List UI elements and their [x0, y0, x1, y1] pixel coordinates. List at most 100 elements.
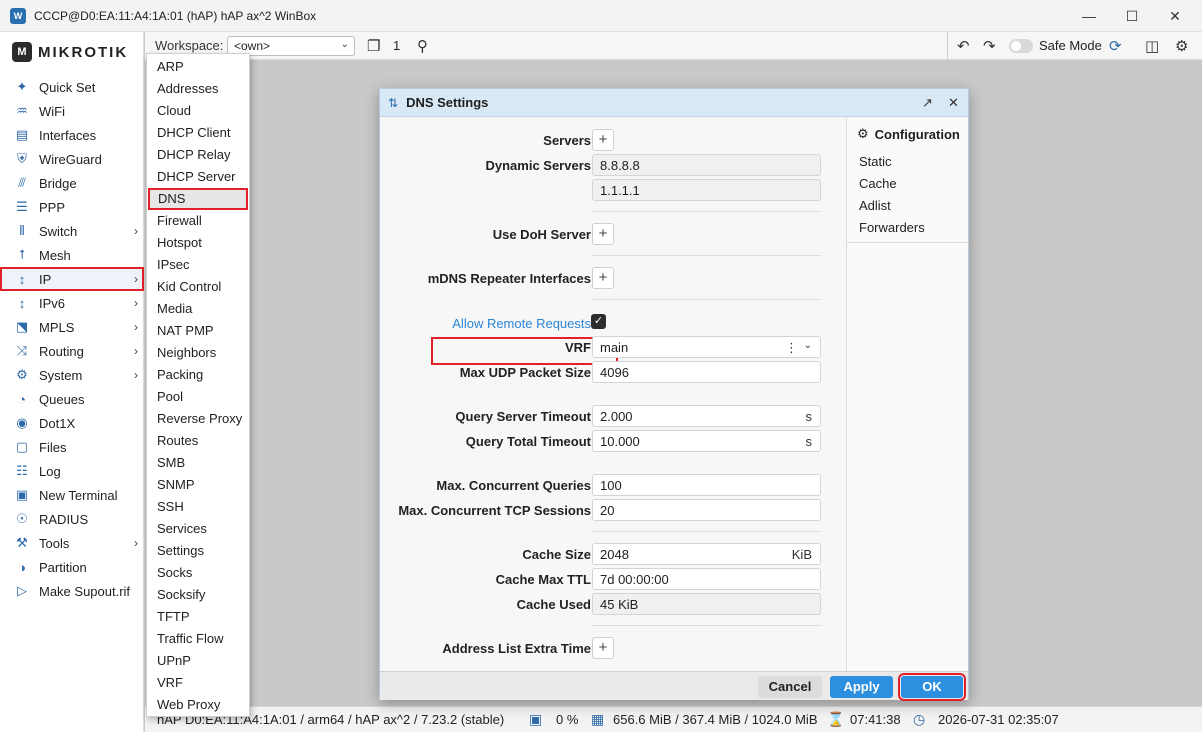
ip-menu-item-vrf[interactable]: VRF	[147, 672, 249, 694]
sidebar-item-files[interactable]: ▢ Files	[0, 435, 144, 459]
ip-menu-item-dhcp-client[interactable]: DHCP Client	[147, 122, 249, 144]
ip-menu-item-dns[interactable]: DNS	[148, 188, 248, 210]
apply-button[interactable]: Apply	[830, 676, 893, 698]
ip-menu-item-dhcp-server[interactable]: DHCP Server	[147, 166, 249, 188]
ip-menu-item-kid-control[interactable]: Kid Control	[147, 276, 249, 298]
ip-menu-item-arp[interactable]: ARP	[147, 56, 249, 78]
dialog-header[interactable]: ⇅ DNS Settings ↗ ✕	[380, 89, 968, 117]
sidebar-item-switch[interactable]: ⫴ Switch ›	[0, 219, 144, 243]
ip-menu-item-smb[interactable]: SMB	[147, 452, 249, 474]
ip-menu-item-nat-pmp[interactable]: NAT PMP	[147, 320, 249, 342]
sidebar-item-routing[interactable]: ⤨ Routing ›	[0, 339, 144, 363]
ip-menu-item-neighbors[interactable]: Neighbors	[147, 342, 249, 364]
allow-remote-requests-checkbox[interactable]: ✓	[591, 314, 606, 329]
ip-menu-item-pool[interactable]: Pool	[147, 386, 249, 408]
query-server-timeout-field[interactable]: 2.000 s	[592, 405, 821, 427]
sidebar-item-dot1x[interactable]: ◉ Dot1X	[0, 411, 144, 435]
sidebar-item-interfaces[interactable]: ▤ Interfaces	[0, 123, 144, 147]
sidebar-item-mpls[interactable]: ⬔ MPLS ›	[0, 315, 144, 339]
minimize-icon[interactable]: —	[1066, 0, 1112, 32]
ok-button[interactable]: OK	[898, 673, 966, 701]
safe-mode-sync-icon[interactable]: ⟳	[1109, 37, 1122, 55]
sidebar-item-ppp[interactable]: ☰ PPP	[0, 195, 144, 219]
ip-menu-item-socks[interactable]: Socks	[147, 562, 249, 584]
vrf-select[interactable]: main ⋮ ⌄	[592, 336, 821, 358]
sidebar-item-make-supout-rif[interactable]: ▷ Make Supout.rif	[0, 579, 144, 603]
ip-menu-item-dhcp-relay[interactable]: DHCP Relay	[147, 144, 249, 166]
sidebar-item-log[interactable]: ☷ Log	[0, 459, 144, 483]
sidebar-item-ip[interactable]: ↕ IP ›	[0, 267, 144, 291]
sidebar-item-system[interactable]: ⚙ System ›	[0, 363, 144, 387]
undo-icon[interactable]: ↶	[957, 37, 970, 55]
sidebar-item-wireguard[interactable]: ⛨ WireGuard	[0, 147, 144, 171]
ip-menu-item-settings[interactable]: Settings	[147, 540, 249, 562]
allow-remote-requests-label: Allow Remote Requests	[452, 316, 591, 331]
sidebar-item-tools[interactable]: ⚒ Tools ›	[0, 531, 144, 555]
ip-menu-item-reverse-proxy[interactable]: Reverse Proxy	[147, 408, 249, 430]
mpls-icon: ⬔	[15, 319, 29, 334]
dialog-form: Servers + Dynamic Servers 8.8.8.8 1.1.1.…	[380, 118, 846, 671]
sidebar-item-label: Partition	[39, 559, 87, 575]
max-concurrent-queries-field[interactable]: 100	[592, 474, 821, 496]
ip-menu-item-cloud[interactable]: Cloud	[147, 100, 249, 122]
ip-menu-item-hotspot[interactable]: Hotspot	[147, 232, 249, 254]
sidebar-item-queues[interactable]: ◔ Queues	[0, 387, 144, 411]
cache-size-field[interactable]: 2048 KiB	[592, 543, 821, 565]
ip-menu-item-firewall[interactable]: Firewall	[147, 210, 249, 232]
max-udp-field[interactable]: 4096	[592, 361, 821, 383]
sidebar-item-bridge[interactable]: ⫻ Bridge	[0, 171, 144, 195]
ip-menu-item-ipsec[interactable]: IPsec	[147, 254, 249, 276]
sidebar-item-mesh[interactable]: ⭡ Mesh	[0, 243, 144, 267]
add-server-button[interactable]: +	[592, 129, 614, 151]
add-mdns-interface-button[interactable]: +	[592, 267, 614, 289]
ip-menu-item-tftp[interactable]: TFTP	[147, 606, 249, 628]
sidebar-item-new-terminal[interactable]: ▣ New Terminal	[0, 483, 144, 507]
dns-settings-dialog: ⇅ DNS Settings ↗ ✕ Servers + Dynamic Ser…	[379, 88, 969, 701]
query-total-timeout-field[interactable]: 10.000 s	[592, 430, 821, 452]
chevron-right-icon: ›	[134, 536, 138, 550]
redo-icon[interactable]: ↷	[983, 37, 996, 55]
config-link-adlist[interactable]: Adlist	[859, 198, 891, 213]
sidebar-item-label: New Terminal	[39, 487, 118, 503]
maximize-icon[interactable]: ☐	[1109, 0, 1155, 32]
sidebar-item-quick-set[interactable]: ✦ Quick Set	[0, 75, 144, 99]
chevron-down-icon[interactable]: ⌄	[804, 340, 812, 351]
ip-menu-item-packing[interactable]: Packing	[147, 364, 249, 386]
more-icon[interactable]: ⋮	[785, 340, 798, 356]
cache-max-ttl-field[interactable]: 7d 00:00:00	[592, 568, 821, 590]
mikrotik-logo: M MIKROTIK	[12, 42, 128, 62]
sidebar-item-ipv6[interactable]: ↕ IPv6 ›	[0, 291, 144, 315]
gear-icon[interactable]: ⚙	[1175, 37, 1188, 55]
tools-icon: ⚒	[16, 535, 28, 550]
ip-menu-item-traffic-flow[interactable]: Traffic Flow	[147, 628, 249, 650]
ip-menu-item-services[interactable]: Services	[147, 518, 249, 540]
add-doh-server-button[interactable]: +	[592, 223, 614, 245]
ip-menu-item-routes[interactable]: Routes	[147, 430, 249, 452]
ip-menu-item-snmp[interactable]: SNMP	[147, 474, 249, 496]
max-concurrent-tcp-field[interactable]: 20	[592, 499, 821, 521]
ip-menu-item-web-proxy[interactable]: Web Proxy	[147, 694, 249, 716]
detach-icon[interactable]: ↗	[922, 95, 933, 111]
ip-menu-item-socksify[interactable]: Socksify	[147, 584, 249, 606]
ip-menu-item-ssh[interactable]: SSH	[147, 496, 249, 518]
sidebar-item-partition[interactable]: ◑ Partition	[0, 555, 144, 579]
ip-menu-item-media[interactable]: Media	[147, 298, 249, 320]
search-icon[interactable]: ⚲	[417, 37, 428, 55]
windows-icon[interactable]: ❐	[367, 37, 380, 55]
max-concurrent-queries-label: Max. Concurrent Queries	[436, 478, 591, 493]
config-link-cache[interactable]: Cache	[859, 176, 897, 191]
chevron-right-icon: ›	[134, 344, 138, 358]
add-address-list-extra-button[interactable]: +	[592, 637, 614, 659]
section-divider	[592, 255, 821, 256]
package-icon[interactable]: ◫	[1145, 37, 1159, 55]
close-icon[interactable]: ✕	[1152, 0, 1198, 32]
sidebar-item-radius[interactable]: ☉ RADIUS	[0, 507, 144, 531]
cancel-button[interactable]: Cancel	[758, 676, 822, 698]
sidebar-item-wifi[interactable]: ♒ WiFi	[0, 99, 144, 123]
config-link-forwarders[interactable]: Forwarders	[859, 220, 925, 235]
config-link-static[interactable]: Static	[859, 154, 892, 169]
ip-menu-item-addresses[interactable]: Addresses	[147, 78, 249, 100]
dialog-close-icon[interactable]: ✕	[948, 95, 959, 111]
ip-menu-item-upnp[interactable]: UPnP	[147, 650, 249, 672]
safe-mode-toggle[interactable]	[1009, 39, 1033, 53]
